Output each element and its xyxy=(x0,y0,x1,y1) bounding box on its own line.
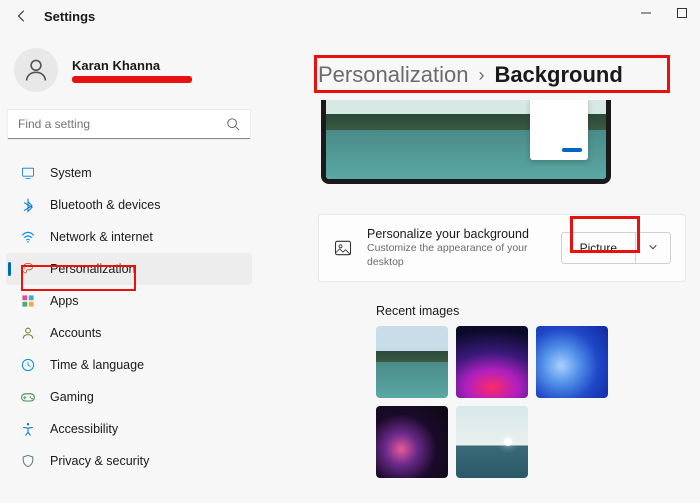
recent-image-thumb[interactable] xyxy=(376,406,448,478)
sidebar-item-accessibility[interactable]: Accessibility xyxy=(6,413,252,445)
recent-images-title: Recent images xyxy=(376,304,686,318)
chevron-down-icon xyxy=(635,233,670,263)
sidebar-item-privacy[interactable]: Privacy & security xyxy=(6,445,252,477)
sidebar-item-label: Network & internet xyxy=(50,230,153,244)
search-icon xyxy=(226,117,240,136)
accounts-icon xyxy=(20,325,36,341)
search-container xyxy=(8,110,250,139)
recent-image-thumb[interactable] xyxy=(376,326,448,398)
recent-image-thumb[interactable] xyxy=(456,326,528,398)
sidebar-item-apps[interactable]: Apps xyxy=(6,285,252,317)
desktop-preview xyxy=(321,100,611,184)
avatar xyxy=(14,48,58,92)
main-content: Personalization › Background Personalize… xyxy=(258,32,700,501)
sidebar-item-label: Accessibility xyxy=(50,422,118,436)
search-input[interactable] xyxy=(8,110,250,139)
sidebar-item-network[interactable]: Network & internet xyxy=(6,221,252,253)
preview-sample-window xyxy=(530,100,588,160)
sidebar: Karan Khanna System Bluetooth & devices Ne… xyxy=(0,32,258,501)
sidebar-item-label: System xyxy=(50,166,92,180)
user-profile[interactable]: Karan Khanna xyxy=(6,44,252,110)
sidebar-item-time[interactable]: Time & language xyxy=(6,349,252,381)
user-name: Karan Khanna xyxy=(72,58,192,73)
sidebar-item-label: Privacy & security xyxy=(50,454,149,468)
sidebar-item-bluetooth[interactable]: Bluetooth & devices xyxy=(6,189,252,221)
breadcrumb-parent[interactable]: Personalization xyxy=(318,62,468,88)
maximize-button[interactable] xyxy=(664,0,700,26)
sidebar-item-label: Apps xyxy=(50,294,79,308)
nav-list: System Bluetooth & devices Network & inter… xyxy=(6,157,252,477)
recent-images-section: Recent images xyxy=(318,304,686,478)
personalization-icon xyxy=(20,261,36,277)
background-type-dropdown[interactable]: Picture xyxy=(561,232,671,264)
personalize-background-card[interactable]: Personalize your background Customize th… xyxy=(318,214,686,282)
sidebar-item-label: Bluetooth & devices xyxy=(50,198,161,212)
sidebar-item-accounts[interactable]: Accounts xyxy=(6,317,252,349)
network-icon xyxy=(20,229,36,245)
picture-icon xyxy=(333,238,353,258)
recent-image-thumb[interactable] xyxy=(456,406,528,478)
sidebar-item-label: Accounts xyxy=(50,326,101,340)
dropdown-value: Picture xyxy=(562,235,635,261)
card-title: Personalize your background xyxy=(367,227,547,241)
bluetooth-icon xyxy=(20,197,36,213)
breadcrumb: Personalization › Background xyxy=(318,32,686,98)
user-email-redacted xyxy=(72,76,192,83)
sidebar-item-personalization[interactable]: Personalization xyxy=(6,253,252,285)
sidebar-item-system[interactable]: System xyxy=(6,157,252,189)
minimize-button[interactable] xyxy=(628,0,664,26)
sidebar-item-gaming[interactable]: Gaming xyxy=(6,381,252,413)
back-button[interactable] xyxy=(14,8,30,24)
sidebar-item-label: Personalization xyxy=(50,262,135,276)
breadcrumb-current: Background xyxy=(494,62,622,88)
time-icon xyxy=(20,357,36,373)
recent-image-thumb[interactable] xyxy=(536,326,608,398)
chevron-right-icon: › xyxy=(478,65,484,86)
sidebar-item-label: Gaming xyxy=(50,390,94,404)
card-description: Customize the appearance of your desktop xyxy=(367,242,547,269)
sidebar-item-label: Time & language xyxy=(50,358,144,372)
apps-icon xyxy=(20,293,36,309)
system-icon xyxy=(20,165,36,181)
gaming-icon xyxy=(20,389,36,405)
privacy-icon xyxy=(20,453,36,469)
accessibility-icon xyxy=(20,421,36,437)
app-title: Settings xyxy=(44,9,95,24)
